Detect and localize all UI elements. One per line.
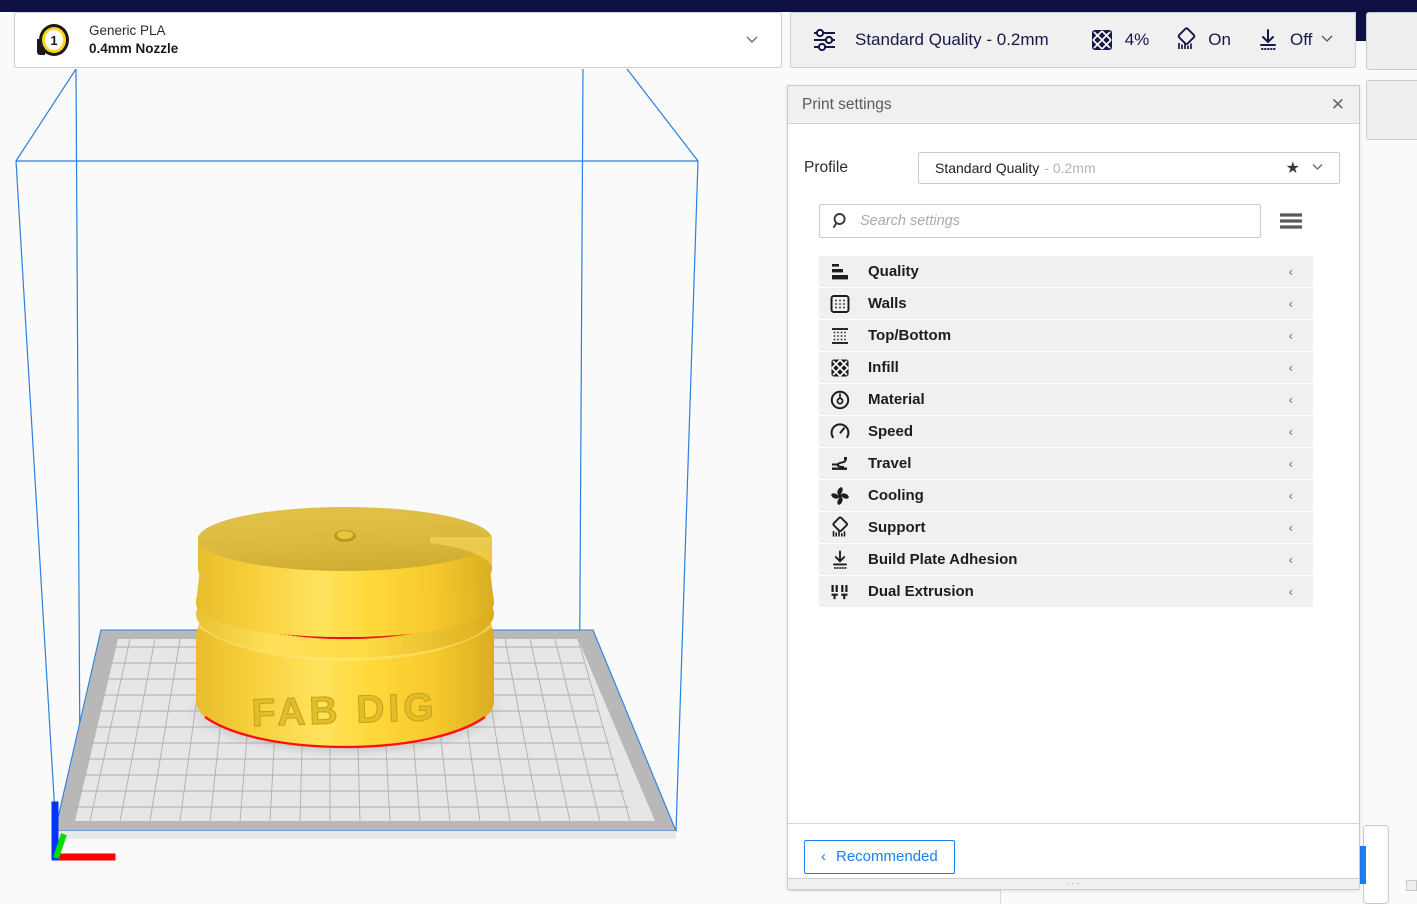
print-settings-panel: Print settings ✕ Profile Standard Qualit… [787, 85, 1360, 890]
close-icon[interactable]: ✕ [1331, 96, 1345, 113]
search-row: Search settings [819, 204, 1359, 238]
print-setup-sliders-icon [811, 27, 841, 53]
category-dual-extrusion[interactable]: Dual Extrusion ‹ [819, 576, 1313, 608]
toolbar-infill-value: 4% [1124, 30, 1150, 49]
chevron-left-icon[interactable]: ‹ [1289, 456, 1293, 471]
background-tool-button-a[interactable] [1366, 12, 1417, 70]
extruder-material-label: Generic PLA [89, 23, 166, 39]
chevron-down-icon[interactable] [1310, 159, 1325, 177]
title-bar-strip [0, 0, 1417, 12]
category-label: Travel [868, 455, 912, 472]
travel-icon [828, 452, 852, 476]
scrollbar-nub[interactable] [1406, 880, 1417, 891]
background-tool-button-b[interactable] [1366, 80, 1417, 140]
hamburger-menu-icon[interactable] [1277, 210, 1305, 232]
extruder-info: Generic PLA 0.4mm Nozzle [89, 22, 178, 58]
category-cooling[interactable]: Cooling ‹ [819, 480, 1313, 512]
3d-viewport[interactable]: FAB DIG [0, 69, 790, 904]
chevron-left-icon[interactable]: ‹ [1289, 296, 1293, 311]
category-label: Dual Extrusion [868, 583, 974, 600]
recommended-mode-button[interactable]: ‹ Recommended [804, 839, 955, 874]
profile-row: Profile Standard Quality - 0.2mm ★ [788, 152, 1359, 184]
chevron-left-icon[interactable]: ‹ [1289, 520, 1293, 535]
category-label: Infill [868, 359, 899, 376]
print-settings-header: Print settings ✕ [788, 86, 1359, 124]
panel-resize-grip[interactable]: ··· [787, 878, 1360, 890]
profile-value-suffix: - 0.2mm [1044, 160, 1096, 176]
category-label: Walls [868, 295, 907, 312]
settings-category-list: Quality ‹ Walls ‹ Top/Bottom ‹ Infill ‹ … [819, 256, 1313, 608]
background-divider [1000, 890, 1001, 904]
category-speed[interactable]: Speed ‹ [819, 416, 1313, 448]
profile-label: Profile [804, 159, 848, 176]
chevron-left-icon[interactable]: ‹ [1289, 488, 1293, 503]
walls-icon [828, 292, 852, 316]
search-icon [832, 212, 850, 230]
chevron-left-icon[interactable]: ‹ [1289, 584, 1293, 599]
star-icon[interactable]: ★ [1286, 158, 1300, 178]
category-build-plate-adhesion[interactable]: Build Plate Adhesion ‹ [819, 544, 1313, 576]
category-label: Material [868, 391, 925, 408]
extruder-number-icon: 1 [37, 23, 71, 57]
print-settings-body: Profile Standard Quality - 0.2mm ★ Searc… [788, 124, 1359, 823]
model-fab-dig: FAB DIG [196, 507, 494, 749]
toolbar-support-value: On [1208, 30, 1231, 49]
print-settings-title: Print settings [802, 95, 892, 113]
quality-icon [828, 260, 852, 284]
toolbar-profile-label: Standard Quality - 0.2mm [855, 30, 1049, 49]
extruder-selector[interactable]: 1 Generic PLA 0.4mm Nozzle [14, 12, 782, 68]
toolbar-expand-chevron-icon[interactable] [1319, 30, 1335, 50]
category-label: Build Plate Adhesion [868, 551, 1018, 568]
category-label: Speed [868, 423, 914, 440]
speed-icon [828, 420, 852, 444]
profile-value-name: Standard Quality [935, 160, 1040, 176]
extruder-nozzle-label: 0.4mm Nozzle [89, 41, 179, 56]
chevron-down-icon[interactable] [743, 30, 761, 51]
chevron-left-icon[interactable]: ‹ [1289, 424, 1293, 439]
grip-dots: ··· [1065, 878, 1082, 889]
cooling-fan-icon [828, 484, 852, 508]
category-walls[interactable]: Walls ‹ [819, 288, 1313, 320]
category-label: Quality [868, 263, 919, 280]
support-icon [828, 515, 852, 540]
category-travel[interactable]: Travel ‹ [819, 448, 1313, 480]
support-icon [1173, 27, 1199, 53]
infill-icon [828, 356, 852, 380]
background-action-panel [1363, 825, 1389, 904]
category-label: Support [868, 519, 926, 536]
category-label: Cooling [868, 487, 924, 504]
top-bottom-icon [828, 324, 852, 348]
toolbar-adhesion-value: Off [1289, 30, 1313, 49]
chevron-left-icon[interactable]: ‹ [1289, 264, 1293, 279]
dual-extrusion-icon [828, 580, 852, 604]
category-infill[interactable]: Infill ‹ [819, 352, 1313, 384]
category-support[interactable]: Support ‹ [819, 512, 1313, 544]
infill-icon [1089, 27, 1115, 53]
search-settings-field[interactable]: Search settings [819, 204, 1261, 238]
category-top-bottom[interactable]: Top/Bottom ‹ [819, 320, 1313, 352]
chevron-left-icon[interactable]: ‹ [1289, 360, 1293, 375]
chevron-left-icon: ‹ [821, 848, 826, 865]
chevron-left-icon[interactable]: ‹ [1289, 328, 1293, 343]
build-plate-adhesion-icon [1255, 27, 1281, 53]
search-placeholder: Search settings [860, 213, 960, 229]
profile-dropdown[interactable]: Standard Quality - 0.2mm ★ [918, 152, 1340, 184]
chevron-left-icon[interactable]: ‹ [1289, 392, 1293, 407]
category-label: Top/Bottom [868, 327, 952, 344]
print-setup-toolbar[interactable]: Standard Quality - 0.2mm 4% On Off [790, 12, 1356, 68]
material-icon [828, 388, 852, 412]
cura-main-window: 1 Generic PLA 0.4mm Nozzle Standard Qual [0, 0, 1417, 904]
3d-scene: FAB DIG [15, 69, 699, 861]
adhesion-icon [828, 548, 852, 572]
category-material[interactable]: Material ‹ [819, 384, 1313, 416]
extruder-number-label: 1 [45, 30, 63, 50]
chevron-left-icon[interactable]: ‹ [1289, 552, 1293, 567]
model-embossed-text: FAB DIG [251, 686, 439, 735]
recommended-label: Recommended [836, 848, 938, 865]
category-quality[interactable]: Quality ‹ [819, 256, 1313, 288]
